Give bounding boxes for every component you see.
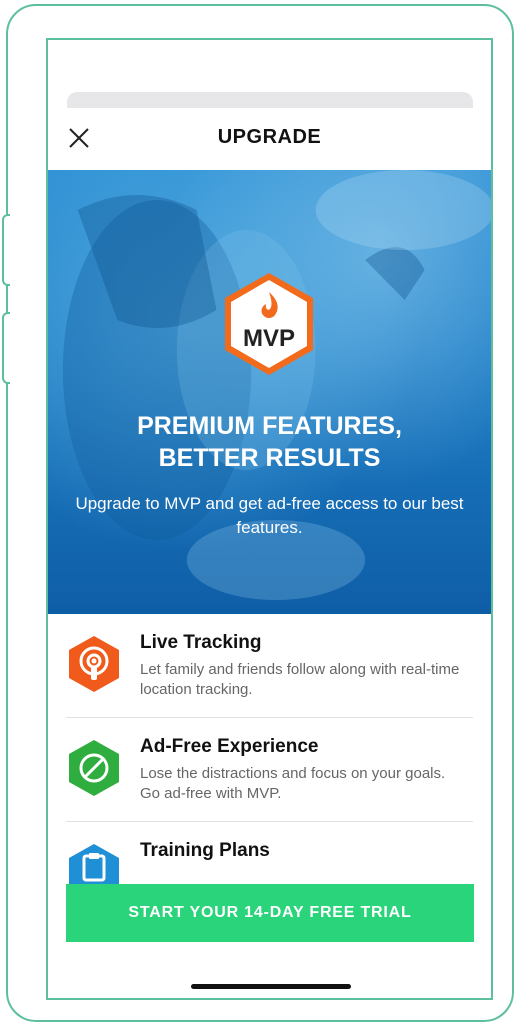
hero-headline: PREMIUM FEATURES, BETTER RESULTS (48, 410, 491, 474)
sheet-grabber (67, 92, 473, 108)
feature-item-ad-free: Ad-Free Experience Lose the distractions… (66, 718, 473, 822)
feature-description: Lose the distractions and focus on your … (140, 765, 446, 802)
hero-subtitle: Upgrade to MVP and get ad-free access to… (75, 494, 464, 537)
feature-title: Training Plans (140, 840, 270, 861)
feature-description: Let family and friends follow along with… (140, 661, 460, 698)
mvp-badge-icon: MVP (225, 273, 313, 375)
hero-banner: MVP PREMIUM FEATURES, BETTER RESULTS Upg… (48, 170, 491, 614)
page-title: UPGRADE (217, 126, 322, 148)
ad-free-icon (69, 740, 119, 796)
feature-list: Live Tracking Let family and friends fol… (48, 614, 491, 926)
runner-image (62, 170, 491, 600)
feature-title: Ad-Free Experience (140, 736, 319, 757)
home-indicator (191, 984, 351, 989)
device-side-button-lower (2, 312, 10, 384)
hero-headline-line2: BETTER RESULTS (158, 444, 381, 472)
live-tracking-icon (69, 636, 119, 692)
feature-item-live-tracking: Live Tracking Let family and friends fol… (66, 614, 473, 718)
feature-title: Live Tracking (140, 632, 262, 653)
app-screen: UPGRADE MVP PREMIUM FEATURES, BETTER RES… (46, 38, 493, 1000)
hero-headline-line1: PREMIUM FEATURES, (137, 412, 402, 440)
mvp-badge-label: MVP (243, 325, 295, 352)
device-side-button-upper (2, 214, 10, 286)
start-free-trial-button[interactable]: START YOUR 14-DAY FREE TRIAL (66, 884, 474, 942)
header-bar: UPGRADE (48, 108, 491, 170)
